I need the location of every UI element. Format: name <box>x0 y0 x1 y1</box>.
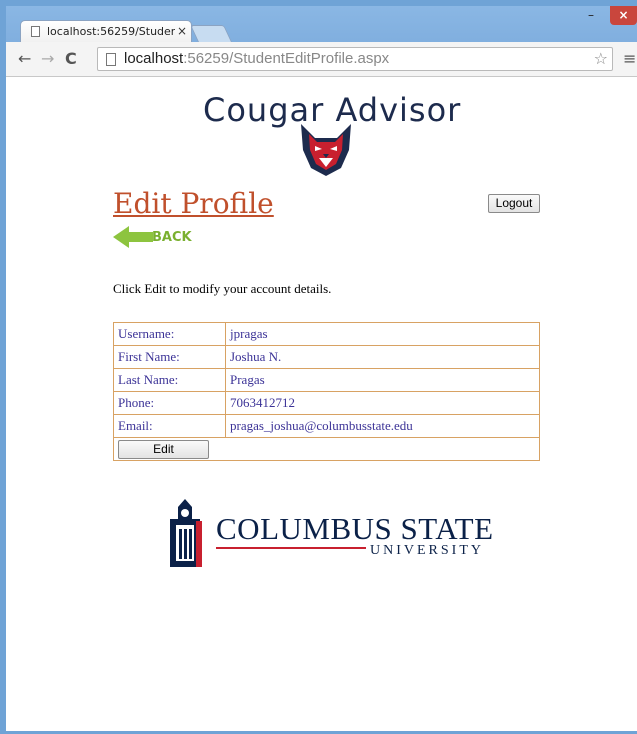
logo-divider <box>216 547 366 549</box>
table-row: Email: pragas_joshua@columbusstate.edu <box>113 414 540 438</box>
browser-tab[interactable]: localhost:56259/StudentE: × <box>20 20 192 42</box>
reload-icon[interactable]: C <box>65 49 77 68</box>
url-text[interactable]: localhost:56259/StudentEditProfile.aspx <box>124 50 389 67</box>
first-name-label: First Name: <box>113 345 226 369</box>
table-row: Last Name: Pragas <box>113 368 540 392</box>
email-label: Email: <box>113 414 226 438</box>
address-bar[interactable]: localhost:56259/StudentEditProfile.aspx … <box>97 47 613 71</box>
menu-icon[interactable]: ≡ <box>623 49 636 68</box>
bookmark-star-icon[interactable]: ☆ <box>594 49 608 68</box>
phone-label: Phone: <box>113 391 226 415</box>
back-label: BACK <box>152 230 193 245</box>
page-icon <box>106 53 116 66</box>
edit-cell: Edit <box>113 437 540 461</box>
cougar-mascot-icon <box>301 124 351 176</box>
table-row: First Name: Joshua N. <box>113 345 540 369</box>
first-name-value: Joshua N. <box>225 345 540 369</box>
table-row: Phone: 7063412712 <box>113 391 540 415</box>
columbus-state-logo: COLUMBUS STATE UNIVERSITY <box>162 497 502 577</box>
columbus-state-name: COLUMBUS STATE <box>216 511 494 546</box>
tab-title: localhost:56259/StudentE: <box>47 25 175 38</box>
edit-button[interactable]: Edit <box>118 440 209 459</box>
username-label: Username: <box>113 322 226 346</box>
email-value: pragas_joshua@columbusstate.edu <box>225 414 540 438</box>
username-value: jpragas <box>225 322 540 346</box>
forward-arrow-icon[interactable]: → <box>41 49 54 68</box>
back-arrow-icon[interactable]: ← <box>18 49 31 68</box>
close-window-button[interactable]: × <box>610 6 637 25</box>
profile-table: Username: jpragas First Name: Joshua N. … <box>113 322 540 461</box>
tab-close-icon[interactable]: × <box>177 24 187 38</box>
page-title: Edit Profile <box>113 187 274 220</box>
new-tab-button[interactable] <box>190 25 232 42</box>
last-name-label: Last Name: <box>113 368 226 392</box>
browser-toolbar: ← → C localhost:56259/StudentEditProfile… <box>6 42 637 77</box>
logout-button[interactable]: Logout <box>488 194 540 213</box>
university-text: UNIVERSITY <box>370 543 484 558</box>
table-row: Edit <box>113 437 540 461</box>
page-icon <box>31 26 40 37</box>
page-content: Cougar Advisor Edit Profile Logout BACK … <box>6 77 637 734</box>
back-arrow-icon[interactable]: BACK <box>113 224 208 252</box>
minimize-button[interactable]: – <box>580 6 602 25</box>
last-name-value: Pragas <box>225 368 540 392</box>
phone-value: 7063412712 <box>225 391 540 415</box>
clock-tower-icon <box>170 499 202 567</box>
instructions-text: Click Edit to modify your account detail… <box>113 281 332 296</box>
table-row: Username: jpragas <box>113 322 540 346</box>
